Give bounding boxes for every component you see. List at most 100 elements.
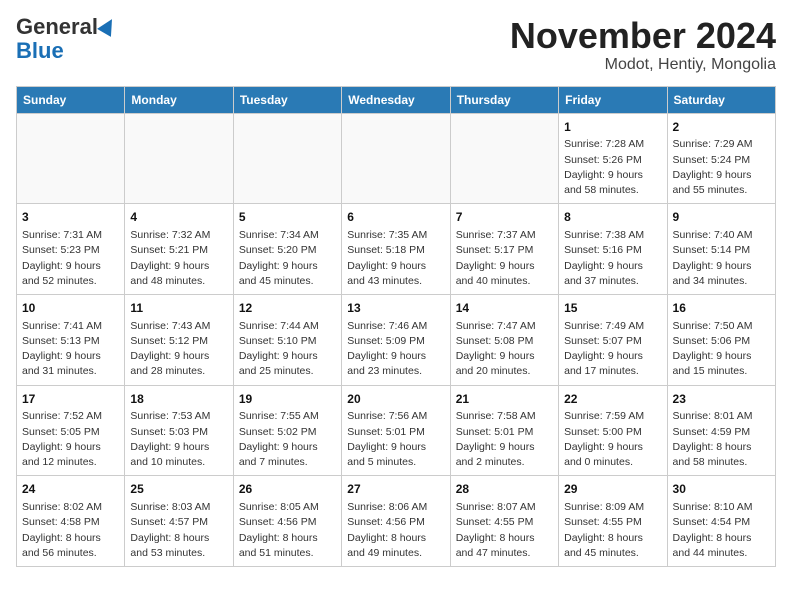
day-info: Sunrise: 8:05 AM Sunset: 4:56 PM Dayligh… xyxy=(239,500,336,561)
calendar-day-cell: 16 Sunrise: 7:50 AM Sunset: 5:06 PM Dayli… xyxy=(667,294,775,385)
day-number: 6 xyxy=(347,209,444,226)
day-number: 19 xyxy=(239,391,336,408)
day-info: Sunrise: 7:34 AM Sunset: 5:20 PM Dayligh… xyxy=(239,228,336,289)
calendar-day-cell: 1Sunrise: 7:28 AM Sunset: 5:26 PM Daylig… xyxy=(559,113,667,204)
day-number: 5 xyxy=(239,209,336,226)
day-info: Sunrise: 7:55 AM Sunset: 5:02 PM Dayligh… xyxy=(239,409,336,470)
calendar-day-cell: 4 Sunrise: 7:32 AM Sunset: 5:21 PM Daylig… xyxy=(125,204,233,295)
calendar-day-cell: 10 Sunrise: 7:41 AM Sunset: 5:13 PM Dayli… xyxy=(17,294,125,385)
day-number: 1 xyxy=(564,119,661,136)
day-number: 11 xyxy=(130,300,227,317)
calendar-week-row: 10 Sunrise: 7:41 AM Sunset: 5:13 PM Dayli… xyxy=(17,294,776,385)
calendar-day-cell: 8Sunrise: 7:38 AM Sunset: 5:16 PM Daylig… xyxy=(559,204,667,295)
calendar-day-cell xyxy=(125,113,233,204)
day-number: 15 xyxy=(564,300,661,317)
calendar-day-cell xyxy=(342,113,450,204)
calendar-week-row: 1Sunrise: 7:28 AM Sunset: 5:26 PM Daylig… xyxy=(17,113,776,204)
calendar-weekday-header: Monday xyxy=(125,86,233,113)
calendar-day-cell: 7 Sunrise: 7:37 AM Sunset: 5:17 PM Daylig… xyxy=(450,204,558,295)
calendar-day-cell: 9 Sunrise: 7:40 AM Sunset: 5:14 PM Daylig… xyxy=(667,204,775,295)
day-info: Sunrise: 7:37 AM Sunset: 5:17 PM Dayligh… xyxy=(456,228,553,289)
day-info: Sunrise: 7:35 AM Sunset: 5:18 PM Dayligh… xyxy=(347,228,444,289)
calendar-day-cell: 21Sunrise: 7:58 AM Sunset: 5:01 PM Dayli… xyxy=(450,385,558,476)
day-info: Sunrise: 7:41 AM Sunset: 5:13 PM Dayligh… xyxy=(22,319,119,380)
day-number: 13 xyxy=(347,300,444,317)
calendar-day-cell: 24Sunrise: 8:02 AM Sunset: 4:58 PM Dayli… xyxy=(17,476,125,567)
day-info: Sunrise: 8:10 AM Sunset: 4:54 PM Dayligh… xyxy=(673,500,770,561)
calendar-weekday-header: Friday xyxy=(559,86,667,113)
day-number: 14 xyxy=(456,300,553,317)
logo-triangle-icon xyxy=(97,15,119,37)
day-info: Sunrise: 8:07 AM Sunset: 4:55 PM Dayligh… xyxy=(456,500,553,561)
calendar-day-cell: 19Sunrise: 7:55 AM Sunset: 5:02 PM Dayli… xyxy=(233,385,341,476)
day-number: 27 xyxy=(347,481,444,498)
day-info: Sunrise: 7:38 AM Sunset: 5:16 PM Dayligh… xyxy=(564,228,661,289)
calendar-day-cell: 12 Sunrise: 7:44 AM Sunset: 5:10 PM Dayli… xyxy=(233,294,341,385)
day-number: 10 xyxy=(22,300,119,317)
day-number: 25 xyxy=(130,481,227,498)
day-number: 30 xyxy=(673,481,770,498)
calendar-day-cell: 5 Sunrise: 7:34 AM Sunset: 5:20 PM Daylig… xyxy=(233,204,341,295)
page-header: General Blue November 2024 Modot, Hentiy… xyxy=(16,16,776,74)
day-info: Sunrise: 7:40 AM Sunset: 5:14 PM Dayligh… xyxy=(673,228,770,289)
day-number: 9 xyxy=(673,209,770,226)
day-number: 21 xyxy=(456,391,553,408)
day-info: Sunrise: 7:58 AM Sunset: 5:01 PM Dayligh… xyxy=(456,409,553,470)
calendar-day-cell: 23Sunrise: 8:01 AM Sunset: 4:59 PM Dayli… xyxy=(667,385,775,476)
day-number: 28 xyxy=(456,481,553,498)
day-info: Sunrise: 7:49 AM Sunset: 5:07 PM Dayligh… xyxy=(564,319,661,380)
calendar-day-cell xyxy=(233,113,341,204)
day-number: 12 xyxy=(239,300,336,317)
day-info: Sunrise: 7:31 AM Sunset: 5:23 PM Dayligh… xyxy=(22,228,119,289)
calendar-day-cell: 11 Sunrise: 7:43 AM Sunset: 5:12 PM Dayli… xyxy=(125,294,233,385)
calendar-day-cell: 28 Sunrise: 8:07 AM Sunset: 4:55 PM Dayli… xyxy=(450,476,558,567)
calendar-weekday-header: Thursday xyxy=(450,86,558,113)
day-info: Sunrise: 7:28 AM Sunset: 5:26 PM Dayligh… xyxy=(564,137,661,198)
calendar-day-cell xyxy=(450,113,558,204)
calendar-day-cell: 26 Sunrise: 8:05 AM Sunset: 4:56 PM Dayli… xyxy=(233,476,341,567)
day-number: 2 xyxy=(673,119,770,136)
day-info: Sunrise: 8:01 AM Sunset: 4:59 PM Dayligh… xyxy=(673,409,770,470)
calendar-weekday-header: Saturday xyxy=(667,86,775,113)
day-info: Sunrise: 7:32 AM Sunset: 5:21 PM Dayligh… xyxy=(130,228,227,289)
day-number: 17 xyxy=(22,391,119,408)
calendar-day-cell: 25 Sunrise: 8:03 AM Sunset: 4:57 PM Dayli… xyxy=(125,476,233,567)
logo: General Blue xyxy=(16,16,116,64)
calendar-day-cell: 15 Sunrise: 7:49 AM Sunset: 5:07 PM Dayli… xyxy=(559,294,667,385)
day-info: Sunrise: 7:43 AM Sunset: 5:12 PM Dayligh… xyxy=(130,319,227,380)
calendar-day-cell: 20Sunrise: 7:56 AM Sunset: 5:01 PM Dayli… xyxy=(342,385,450,476)
day-info: Sunrise: 7:47 AM Sunset: 5:08 PM Dayligh… xyxy=(456,319,553,380)
day-number: 7 xyxy=(456,209,553,226)
day-info: Sunrise: 7:53 AM Sunset: 5:03 PM Dayligh… xyxy=(130,409,227,470)
day-number: 3 xyxy=(22,209,119,226)
day-info: Sunrise: 7:52 AM Sunset: 5:05 PM Dayligh… xyxy=(22,409,119,470)
day-info: Sunrise: 7:44 AM Sunset: 5:10 PM Dayligh… xyxy=(239,319,336,380)
day-info: Sunrise: 8:02 AM Sunset: 4:58 PM Dayligh… xyxy=(22,500,119,561)
day-info: Sunrise: 7:56 AM Sunset: 5:01 PM Dayligh… xyxy=(347,409,444,470)
day-number: 22 xyxy=(564,391,661,408)
calendar-weekday-header: Wednesday xyxy=(342,86,450,113)
day-info: Sunrise: 8:03 AM Sunset: 4:57 PM Dayligh… xyxy=(130,500,227,561)
day-number: 4 xyxy=(130,209,227,226)
calendar-day-cell: 6 Sunrise: 7:35 AM Sunset: 5:18 PM Daylig… xyxy=(342,204,450,295)
day-number: 26 xyxy=(239,481,336,498)
title-block: November 2024 Modot, Hentiy, Mongolia xyxy=(510,16,776,74)
calendar-day-cell: 22Sunrise: 7:59 AM Sunset: 5:00 PM Dayli… xyxy=(559,385,667,476)
calendar-week-row: 3 Sunrise: 7:31 AM Sunset: 5:23 PM Daylig… xyxy=(17,204,776,295)
day-info: Sunrise: 8:09 AM Sunset: 4:55 PM Dayligh… xyxy=(564,500,661,561)
calendar-day-cell: 14 Sunrise: 7:47 AM Sunset: 5:08 PM Dayli… xyxy=(450,294,558,385)
calendar-day-cell: 27Sunrise: 8:06 AM Sunset: 4:56 PM Dayli… xyxy=(342,476,450,567)
location-subtitle: Modot, Hentiy, Mongolia xyxy=(510,56,776,74)
day-number: 29 xyxy=(564,481,661,498)
day-number: 20 xyxy=(347,391,444,408)
calendar-header-row: SundayMondayTuesdayWednesdayThursdayFrid… xyxy=(17,86,776,113)
day-info: Sunrise: 7:50 AM Sunset: 5:06 PM Dayligh… xyxy=(673,319,770,380)
calendar-week-row: 17Sunrise: 7:52 AM Sunset: 5:05 PM Dayli… xyxy=(17,385,776,476)
calendar-weekday-header: Tuesday xyxy=(233,86,341,113)
calendar-day-cell: 18Sunrise: 7:53 AM Sunset: 5:03 PM Dayli… xyxy=(125,385,233,476)
day-number: 16 xyxy=(673,300,770,317)
calendar-weekday-header: Sunday xyxy=(17,86,125,113)
calendar-table: SundayMondayTuesdayWednesdayThursdayFrid… xyxy=(16,86,776,567)
day-info: Sunrise: 7:46 AM Sunset: 5:09 PM Dayligh… xyxy=(347,319,444,380)
calendar-day-cell: 17Sunrise: 7:52 AM Sunset: 5:05 PM Dayli… xyxy=(17,385,125,476)
